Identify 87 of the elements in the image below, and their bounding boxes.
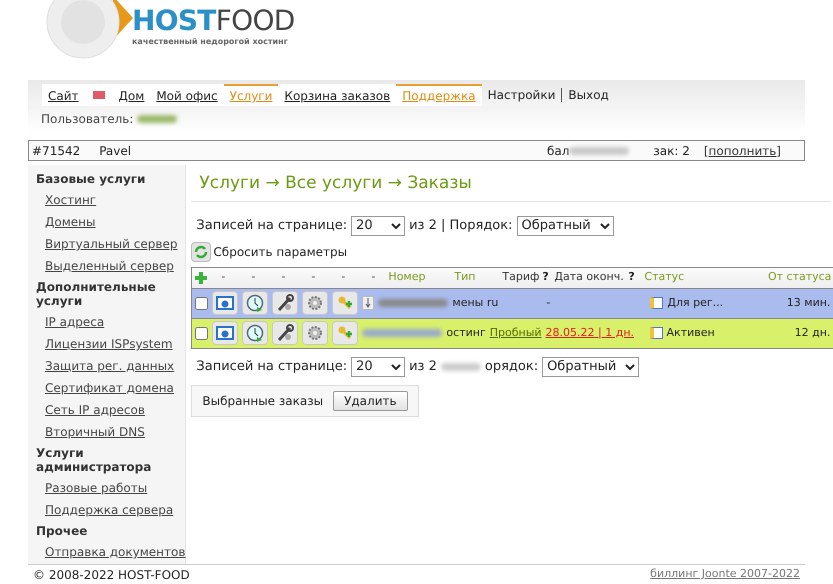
clock-icon[interactable] <box>242 321 268 345</box>
service-type: мены ru <box>452 294 498 311</box>
delete-button[interactable]: Удалить <box>333 390 408 410</box>
sidebar-section-title: Дополнительные услуги <box>35 279 157 310</box>
orders-count: зак: 2 <box>653 142 690 160</box>
sidebar-link[interactable]: Разовые работы <box>28 477 186 499</box>
column-header: - <box>310 269 316 286</box>
info-icon[interactable] <box>212 321 238 345</box>
column-header: - <box>340 269 346 286</box>
sidebar-link[interactable]: Сеть IP адресов <box>28 399 186 421</box>
nav-tab[interactable]: Дом <box>112 84 150 106</box>
sidebar-link[interactable]: Выделенный сервер <box>28 255 186 277</box>
tariff-link[interactable]: Пробный <box>490 324 542 342</box>
page-heading: Услуги → Все услуги → Заказы <box>191 171 832 202</box>
nav-link[interactable]: Выход <box>561 88 615 102</box>
sidebar-link[interactable]: Сертификат домена <box>28 377 186 399</box>
gear-icon[interactable] <box>302 321 328 345</box>
nav-tab[interactable]: Сайт <box>42 84 85 106</box>
mail-icon[interactable] <box>92 91 105 99</box>
bulk-actions-label: Выбранные заказы <box>202 392 324 410</box>
column-header: Дата оконч. <box>554 269 625 286</box>
row-checkbox[interactable] <box>195 296 208 310</box>
help-mark[interactable]: ? <box>542 269 554 286</box>
column-header: - <box>280 269 286 286</box>
user-label: Пользователь: <box>41 111 134 128</box>
sidebar-link[interactable]: Хостинг <box>28 189 186 211</box>
sidebar-section-title: Базовые услуги <box>35 171 146 188</box>
clock-icon[interactable] <box>242 291 268 315</box>
copyright-text: © 2008-2022 HOST-FOOD <box>33 566 190 584</box>
brand-tagline: качественный недорогой хостинг <box>132 36 289 48</box>
key-plus-icon[interactable] <box>332 321 358 345</box>
table-row[interactable]: мены ru - Для рег... 13 мин. <box>192 288 833 318</box>
page-count-text: из 2 | Порядок: <box>409 216 512 235</box>
column-header: - <box>220 269 226 286</box>
sidebar-link[interactable]: Вторичный DNS <box>28 421 186 443</box>
info-icon[interactable] <box>212 291 238 315</box>
table-row[interactable]: остинг Пробный 28.05.22 | 1 дн. Активен 12 дн. <box>192 318 833 348</box>
sidebar-link[interactable]: IP адреса <box>28 311 186 333</box>
blurred-text <box>137 115 178 123</box>
status-icon <box>650 297 664 309</box>
blurred-text <box>440 362 481 370</box>
blurred-text <box>378 299 448 307</box>
sidebar-link[interactable]: Отправка документов <box>28 541 186 563</box>
account-name: Pavel <box>99 142 132 160</box>
row-checkbox[interactable] <box>195 326 208 340</box>
column-header: - <box>370 269 376 286</box>
tools-icon[interactable] <box>272 291 298 315</box>
service-type: остинг <box>446 324 486 341</box>
expiry-date[interactable]: 28.05.22 | 1 дн. <box>546 324 646 342</box>
sidebar-link[interactable]: Защита рег. данных <box>28 355 186 377</box>
sidebar-link[interactable]: Домены <box>28 211 186 233</box>
sidebar-section-title: Прочее <box>35 523 88 540</box>
gear-icon[interactable] <box>302 291 328 315</box>
sidebar-link[interactable]: Виртуальный сервер <box>28 233 186 255</box>
per-page-label: Записей на странице: <box>196 358 348 376</box>
nav-tab[interactable]: Корзина заказов <box>278 84 396 106</box>
expiry-date: - <box>546 294 552 311</box>
time-since-status: 13 мин. <box>786 294 830 311</box>
sidebar-link[interactable]: Лицензии ISPsystem <box>28 333 186 355</box>
sidebar-link[interactable]: Поддержка сервера <box>28 499 186 521</box>
balance-label: бал <box>546 142 570 160</box>
column-header: Тариф <box>502 269 540 286</box>
order-select[interactable]: Обратный <box>516 216 614 236</box>
account-id: #71542 <box>32 142 80 160</box>
per-page-select[interactable]: 20 <box>351 216 406 236</box>
refresh-icon[interactable] <box>191 242 212 262</box>
add-icon[interactable] <box>194 270 208 284</box>
per-page-select[interactable]: 20 <box>351 356 406 376</box>
status-text: Для рег... <box>667 294 724 311</box>
status-icon <box>650 327 663 339</box>
nav-tab[interactable]: Мой офис <box>150 84 224 106</box>
billing-link[interactable]: биллинг Joonte 2007-2022 <box>650 566 800 583</box>
top-up-link[interactable]: [пополнить] <box>704 142 781 160</box>
status-text: Активен <box>666 324 716 341</box>
brand-name: HOSTFOOD <box>132 6 295 36</box>
order-select[interactable]: Обратный <box>542 356 640 376</box>
tools-icon[interactable] <box>272 321 298 345</box>
order-label: орядок: <box>484 358 538 376</box>
blurred-text <box>569 146 630 154</box>
nav-link[interactable]: Настройки <box>482 88 562 102</box>
time-since-status: 12 дн. <box>794 324 830 341</box>
per-page-label: Записей на странице: <box>196 216 348 235</box>
sidebar-section-title: Услуги администратора <box>35 445 152 476</box>
reset-filters-link[interactable]: Сбросить параметры <box>213 242 348 260</box>
page-count-text: из 2 <box>409 358 437 376</box>
help-mark[interactable]: ? <box>628 269 644 286</box>
column-header: - <box>250 269 256 286</box>
